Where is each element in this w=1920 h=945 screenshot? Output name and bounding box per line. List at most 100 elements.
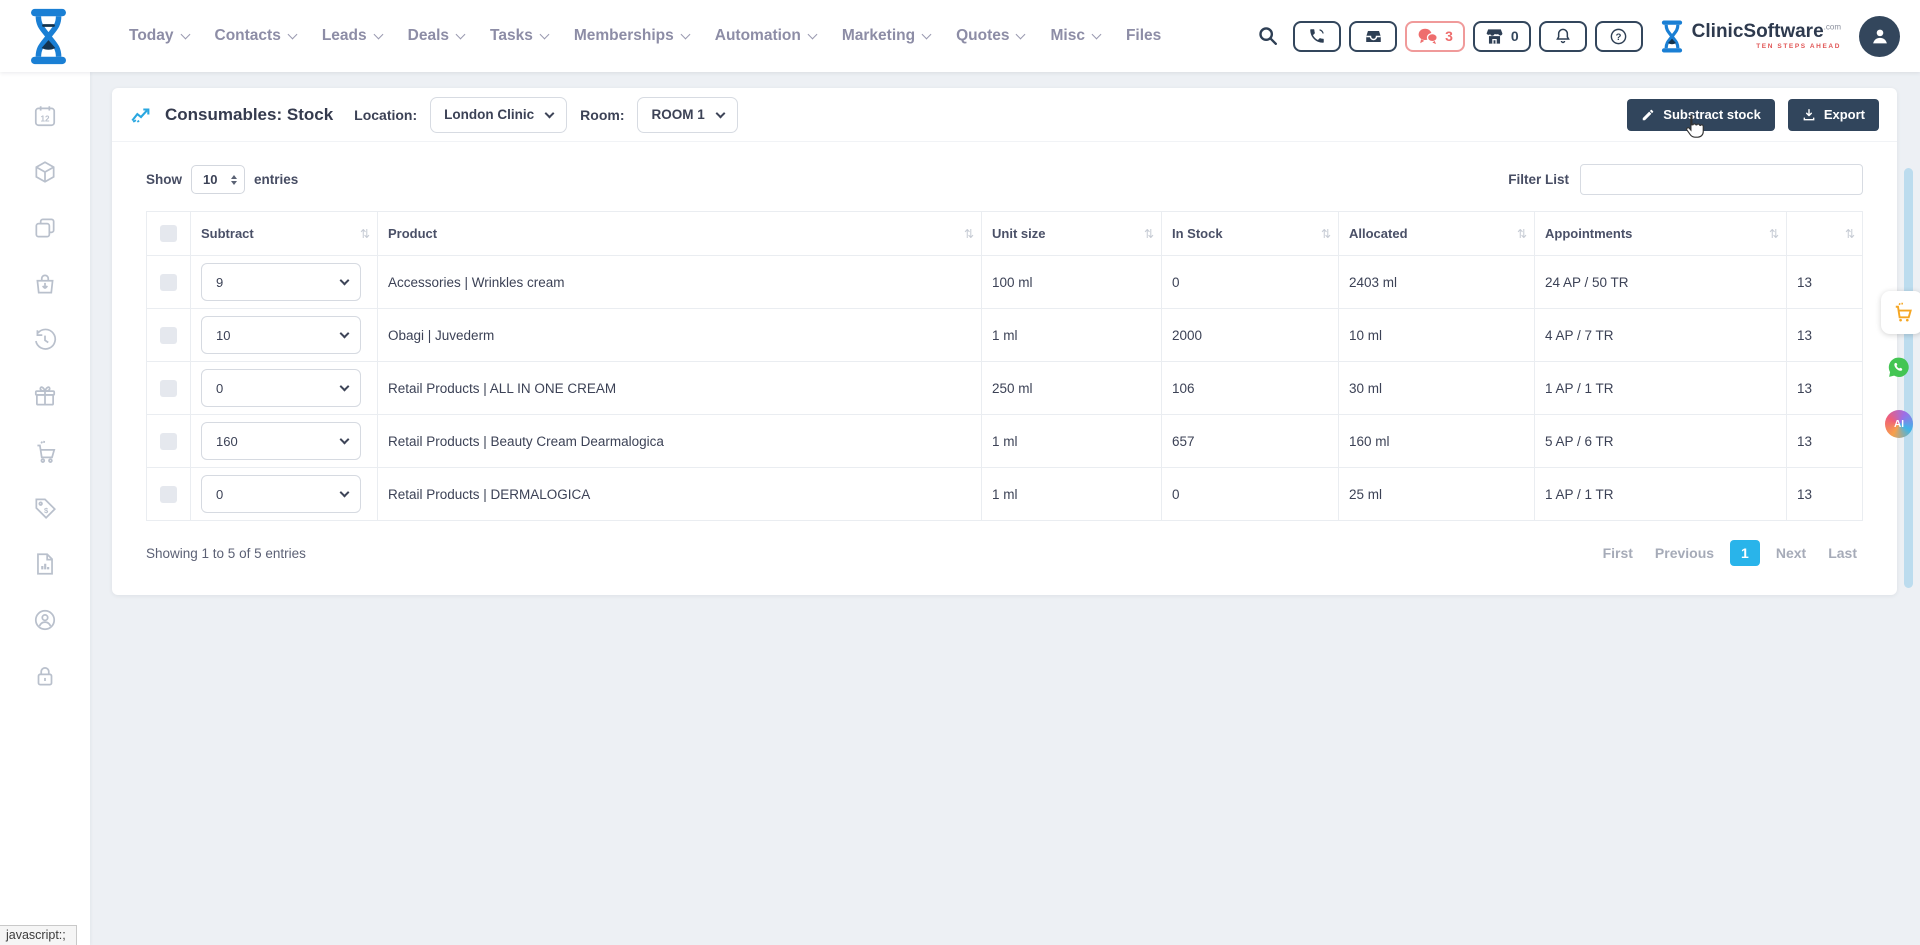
column-header-product[interactable]: Product [378,212,982,256]
column-header-allocated[interactable]: Allocated [1339,212,1535,256]
table-row: 10 Obagi | Juvederm 1 ml 2000 10 ml 4 AP… [147,309,1863,362]
chat-button[interactable]: 3 [1405,21,1465,52]
subtract-qty-select[interactable]: 160 [201,422,361,460]
gift-icon[interactable] [32,382,59,409]
svg-text:12: 12 [40,114,50,123]
row-checkbox[interactable] [160,380,177,397]
clinicsoftware-hourglass-logo[interactable] [22,8,74,65]
chat-bubbles-icon [1417,27,1438,45]
nav-deals[interactable]: Deals [395,27,477,45]
pos-button[interactable]: 0 [1473,21,1531,52]
cube-icon[interactable] [32,158,59,185]
notifications-button[interactable] [1539,21,1587,52]
inbox-button[interactable] [1349,21,1397,52]
filter-input[interactable] [1580,164,1863,195]
cell-appointments: 1 AP / 1 TR [1535,362,1787,415]
store-icon [1485,27,1504,46]
report-icon[interactable] [32,550,59,577]
nav-today[interactable]: Today [116,27,202,45]
price-tag-icon[interactable]: $ [32,494,59,521]
subtract-qty-select[interactable]: 10 [201,316,361,354]
nav-files[interactable]: Files [1113,27,1174,45]
nav-marketing[interactable]: Marketing [829,27,943,45]
brand-tld: .com [1824,23,1841,32]
table-row: 9 Accessories | Wrinkles cream 100 ml 0 … [147,256,1863,309]
chevron-down-icon [456,29,466,39]
location-select[interactable]: London Clinic [430,97,567,133]
help-button[interactable]: ? [1595,21,1643,52]
row-checkbox[interactable] [160,327,177,344]
user-avatar[interactable] [1859,16,1900,57]
chevron-down-icon [715,108,725,118]
cell-product: Accessories | Wrinkles cream [378,256,982,309]
pagination-next[interactable]: Next [1770,540,1812,566]
nav-memberships[interactable]: Memberships [561,27,702,45]
chevron-down-icon [340,435,350,445]
pagination-previous[interactable]: Previous [1649,540,1720,566]
main-content: Consumables: Stock Location: London Clin… [90,72,1920,945]
sort-icon[interactable] [1321,227,1331,241]
column-header-extra[interactable] [1787,212,1863,256]
pagination-last[interactable]: Last [1822,540,1863,566]
phone-button[interactable] [1293,21,1341,52]
location-label: Location: [354,107,417,123]
cell-allocated: 2403 ml [1339,256,1535,309]
subtract-qty-select[interactable]: 9 [201,263,361,301]
copy-icon[interactable] [32,214,59,241]
room-select[interactable]: ROOM 1 [637,97,737,133]
sort-icon[interactable] [1769,227,1779,241]
column-header-in-stock[interactable]: In Stock [1162,212,1339,256]
chevron-down-icon [340,488,350,498]
whatsapp-chat-icon[interactable] [1886,355,1911,380]
sort-icon[interactable] [1517,227,1527,241]
subtract-qty-select[interactable]: 0 [201,475,361,513]
lock-icon[interactable] [32,662,59,689]
cell-product: Retail Products | Beauty Cream Dearmalog… [378,415,982,468]
pagination-first[interactable]: First [1597,540,1639,566]
cart-icon[interactable] [32,438,59,465]
nav-leads[interactable]: Leads [309,27,395,45]
consumables-stock-card: Consumables: Stock Location: London Clin… [112,88,1897,595]
bag-download-icon[interactable] [32,270,59,297]
row-checkbox[interactable] [160,486,177,503]
cell-allocated: 30 ml [1339,362,1535,415]
nav-tasks[interactable]: Tasks [477,27,561,45]
column-header-subtract[interactable]: Subtract [191,212,378,256]
cell-unit-size: 1 ml [982,468,1162,521]
column-header-unit-size[interactable]: Unit size [982,212,1162,256]
chevron-down-icon [373,29,383,39]
row-checkbox[interactable] [160,433,177,450]
row-checkbox[interactable] [160,274,177,291]
subtract-stock-button[interactable]: Substract stock [1627,99,1775,131]
export-button[interactable]: Export [1788,99,1879,131]
show-label: Show [146,172,182,187]
sort-icon[interactable] [964,227,974,241]
history-icon[interactable] [32,326,59,353]
cell-in-stock: 2000 [1162,309,1339,362]
calendar-icon[interactable]: 12 [32,102,59,129]
person-icon [1869,25,1891,47]
sort-icon[interactable] [1845,227,1855,241]
sort-icon[interactable] [1144,227,1154,241]
nav-quotes[interactable]: Quotes [943,27,1037,45]
select-all-checkbox[interactable] [160,225,177,242]
nav-automation[interactable]: Automation [702,27,829,45]
subtract-qty-select[interactable]: 0 [201,369,361,407]
page-size-select[interactable]: 10 [191,165,245,194]
table-controls: Show 10 entries Filter List [112,142,1897,211]
sort-icon[interactable] [360,227,370,241]
ai-assistant-button[interactable]: AI [1885,410,1913,438]
cell-allocated: 10 ml [1339,309,1535,362]
nav-contacts[interactable]: Contacts [202,27,309,45]
pagination-page-1[interactable]: 1 [1730,540,1760,566]
chevron-down-icon [287,29,297,39]
topbar: Today Contacts Leads Deals Tasks Members… [0,0,1920,72]
brand-logo[interactable]: ClinicSoftware.com TEN STEPS AHEAD [1659,20,1841,53]
chevron-down-icon [180,29,190,39]
cell-extra: 13 [1787,309,1863,362]
nav-misc[interactable]: Misc [1037,27,1112,45]
floating-cart-button[interactable] [1881,291,1920,334]
support-icon[interactable] [32,606,59,633]
column-header-appointments[interactable]: Appointments [1535,212,1787,256]
search-icon[interactable] [1257,25,1279,47]
